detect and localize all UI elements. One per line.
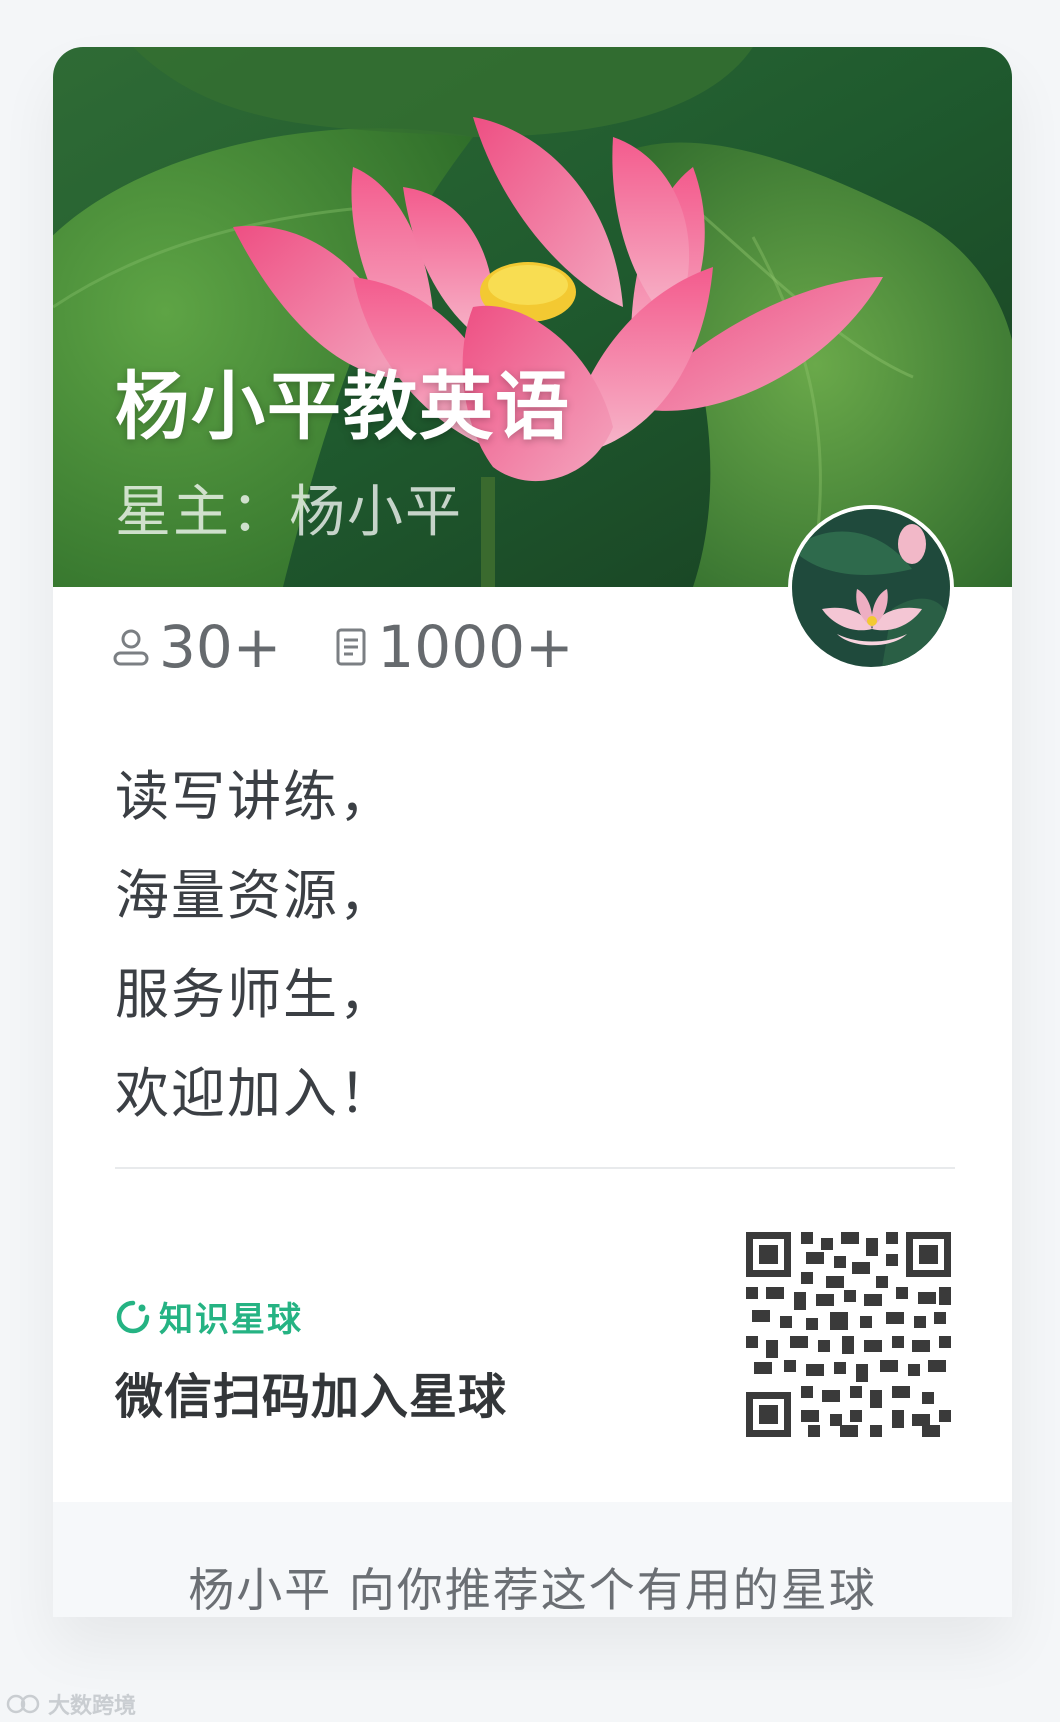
lotus-avatar-icon <box>792 509 950 667</box>
post-count: 1000+ <box>377 613 574 681</box>
member-count-stat: 30+ <box>111 613 281 681</box>
user-icon <box>113 629 149 666</box>
recommendation-footer: 杨小平 向你推荐这个有用的星球 <box>53 1502 1012 1617</box>
brand-logo: 知识星球 <box>115 1292 303 1341</box>
planet-card: 杨小平教英语 星主：杨小平 30+ 1000+ 读写讲练， 海量资源， 服务师生… <box>53 47 1012 1617</box>
planet-description: 读写讲练， 海量资源， 服务师生， 欢迎加入！ <box>115 747 395 1143</box>
watermark: 大数跨境 <box>6 1688 136 1720</box>
description-line: 海量资源， <box>115 864 395 927</box>
avatar <box>788 505 954 671</box>
post-count-stat: 1000+ <box>333 613 574 681</box>
planet-owner: 星主：杨小平 <box>115 480 463 545</box>
member-count: 30+ <box>159 613 282 681</box>
brand-name: 知识星球 <box>159 1300 303 1340</box>
scan-instruction: 微信扫码加入星球 <box>115 1369 508 1425</box>
recommendation-text: 杨小平 向你推荐这个有用的星球 <box>188 1563 877 1617</box>
knowledge-planet-logo-icon <box>116 1300 150 1333</box>
watermark-logo-icon <box>6 1694 40 1714</box>
watermark-text: 大数跨境 <box>48 1694 137 1719</box>
description-line: 欢迎加入！ <box>115 1062 395 1125</box>
document-icon <box>336 628 366 666</box>
stats-bar: 30+ 1000+ <box>111 612 626 682</box>
planet-title: 杨小平教英语 <box>115 364 571 450</box>
description-line: 读写讲练， <box>115 765 395 828</box>
description-line: 服务师生， <box>115 963 395 1026</box>
qr-code[interactable] <box>746 1232 951 1437</box>
divider <box>115 1167 955 1169</box>
